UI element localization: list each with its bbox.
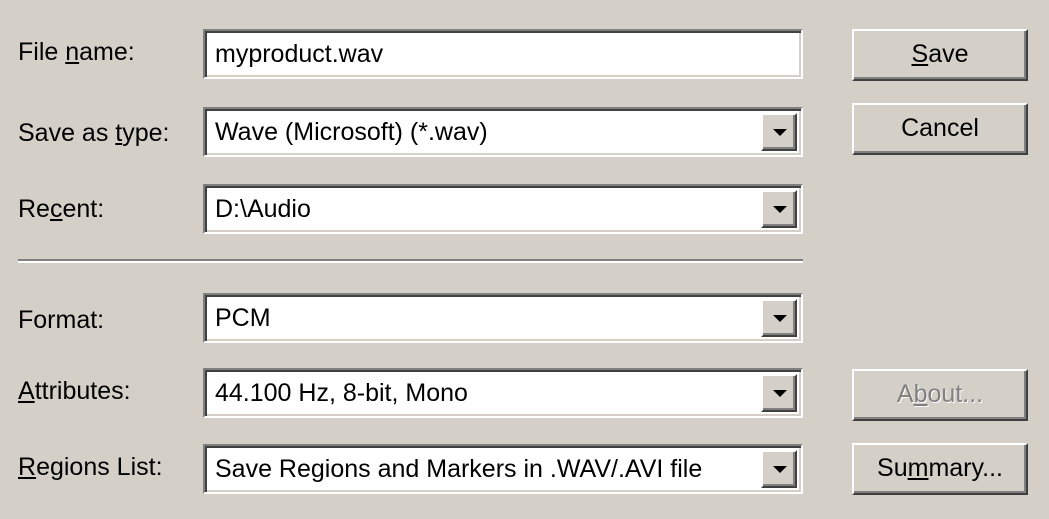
about-accel: b — [913, 380, 928, 408]
file-name-value: myproduct.wav — [215, 40, 384, 68]
cancel-button[interactable]: Cancel — [852, 103, 1028, 155]
recent-label-text: Re — [18, 195, 50, 223]
format-value: PCM — [215, 304, 271, 332]
file-name-accel: n — [65, 38, 80, 66]
recent-label-rest: ent: — [62, 195, 105, 223]
recent-accel: c — [49, 195, 63, 223]
save-as-type-label-rest: ype: — [122, 119, 170, 147]
regions-list-dropdown-button[interactable] — [761, 450, 797, 488]
attributes-label-rest: ttributes: — [34, 377, 131, 405]
save-button[interactable]: Save — [852, 29, 1028, 81]
save-as-type-value: Wave (Microsoft) (*.wav) — [215, 118, 488, 146]
save-accel: S — [911, 40, 929, 68]
regions-list-accel: R — [18, 453, 37, 481]
save-as-type-dropdown-button[interactable] — [761, 113, 797, 151]
summary-button[interactable]: Summary... — [852, 443, 1028, 495]
chevron-down-icon — [773, 315, 787, 322]
file-name-label-rest: ame: — [79, 38, 135, 66]
chevron-down-icon — [773, 206, 787, 213]
file-name-label: File name: — [18, 27, 135, 77]
recent-dropdown[interactable]: D:\Audio — [203, 184, 803, 234]
attributes-dropdown-button[interactable] — [761, 374, 797, 412]
recent-value: D:\Audio — [215, 195, 311, 223]
format-label-text: Format: — [18, 306, 105, 334]
save-as-type-label: Save as type: — [18, 108, 170, 158]
save-as-type-dropdown[interactable]: Wave (Microsoft) (*.wav) — [203, 107, 803, 157]
file-name-label-text: File — [18, 38, 66, 66]
regions-list-dropdown[interactable]: Save Regions and Markers in .WAV/.AVI fi… — [203, 444, 803, 494]
summary-label-pre: Su — [877, 454, 908, 482]
about-label-pre: A — [896, 380, 914, 408]
regions-list-label: Regions List: — [18, 442, 163, 492]
format-dropdown[interactable]: PCM — [203, 293, 803, 343]
about-label: out... — [927, 380, 984, 408]
recent-dropdown-button[interactable] — [761, 190, 797, 228]
separator — [18, 259, 803, 263]
file-name-input[interactable]: myproduct.wav — [203, 29, 803, 79]
about-button[interactable]: About... — [852, 369, 1028, 421]
save-as-type-label-text: Save as — [18, 119, 116, 147]
regions-list-label-rest: egions List: — [36, 453, 163, 481]
attributes-label: Attributes: — [18, 366, 131, 416]
summary-accel: m — [907, 454, 929, 482]
recent-label: Recent: — [18, 184, 104, 234]
format-dropdown-button[interactable] — [761, 299, 797, 337]
regions-list-value: Save Regions and Markers in .WAV/.AVI fi… — [215, 455, 703, 483]
chevron-down-icon — [773, 466, 787, 473]
chevron-down-icon — [773, 390, 787, 397]
attributes-dropdown[interactable]: 44.100 Hz, 8-bit, Mono — [203, 368, 803, 418]
chevron-down-icon — [773, 129, 787, 136]
format-label: Format: — [18, 295, 104, 345]
cancel-label: Cancel — [901, 114, 979, 142]
attributes-accel: A — [18, 377, 35, 405]
summary-label: mary... — [928, 454, 1003, 482]
attributes-value: 44.100 Hz, 8-bit, Mono — [215, 379, 468, 407]
save-label: ave — [928, 40, 969, 68]
